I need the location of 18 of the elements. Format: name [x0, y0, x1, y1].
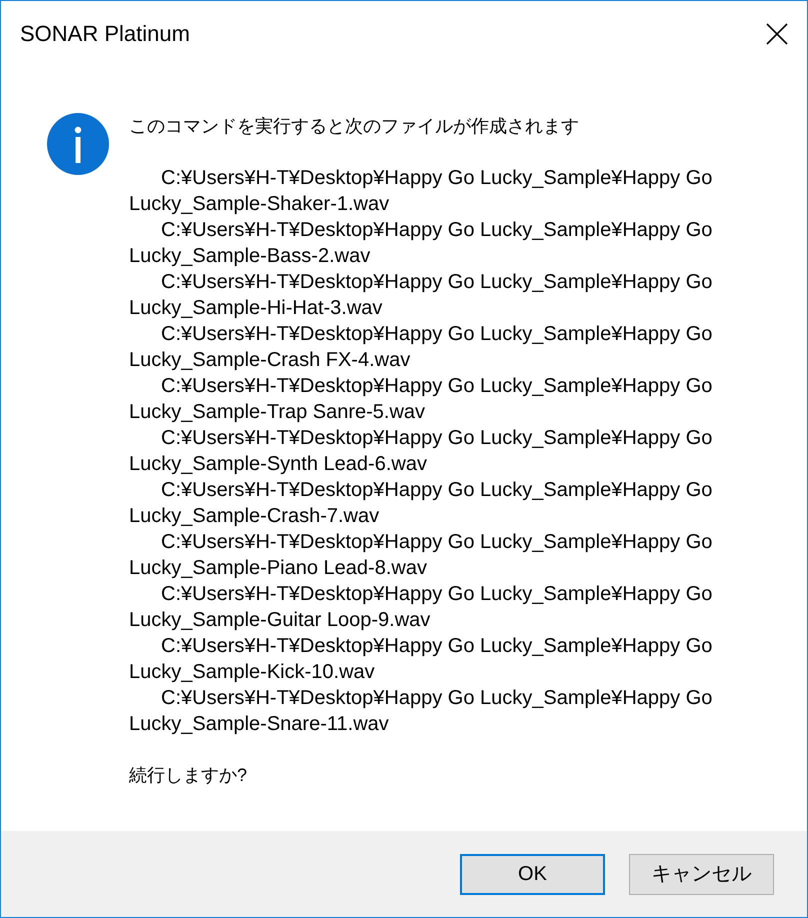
confirm-question: 続行しますか?: [129, 764, 248, 787]
info-icon: [47, 113, 109, 175]
file-path: C:¥Users¥H-T¥Desktop¥Happy Go Lucky_Sample¥Happy Go Lucky_Sample-Shaker-1.wav: [129, 166, 714, 217]
file-path: C:¥Users¥H-T¥Desktop¥Happy Go Lucky_Sample¥Happy Go Lucky_Sample-Kick-10.wav: [129, 634, 714, 685]
file-path: C:¥Users¥H-T¥Desktop¥Happy Go Lucky_Sample¥Happy Go Lucky_Sample-Snare-11.wav: [129, 686, 714, 737]
close-icon: [766, 23, 788, 45]
file-path: C:¥Users¥H-T¥Desktop¥Happy Go Lucky_Sample¥Happy Go Lucky_Sample-Crash FX-4.wav: [129, 322, 714, 373]
dialog-button[interactable]: キャンセル: [629, 854, 774, 894]
file-path: C:¥Users¥H-T¥Desktop¥Happy Go Lucky_Sample¥Happy Go Lucky_Sample-Guitar Loop-9.wav: [129, 582, 714, 633]
window-title: SONAR Platinum: [20, 20, 190, 48]
file-path: C:¥Users¥H-T¥Desktop¥Happy Go Lucky_Sample¥Happy Go Lucky_Sample-Piano Lead-8.wav: [129, 530, 714, 581]
file-path: C:¥Users¥H-T¥Desktop¥Happy Go Lucky_Sample¥Happy Go Lucky_Sample-Synth Lead-6.wav: [129, 426, 714, 477]
file-path: C:¥Users¥H-T¥Desktop¥Happy Go Lucky_Sample¥Happy Go Lucky_Sample-Crash-7.wav: [129, 478, 714, 529]
dialog-button[interactable]: OK: [460, 854, 605, 894]
message-heading: このコマンドを実行すると次のファイルが作成されます: [129, 115, 580, 138]
file-path: C:¥Users¥H-T¥Desktop¥Happy Go Lucky_Sample¥Happy Go Lucky_Sample-Trap Sanre-5.wav: [129, 374, 714, 425]
file-path: C:¥Users¥H-T¥Desktop¥Happy Go Lucky_Sample¥Happy Go Lucky_Sample-Bass-2.wav: [129, 218, 714, 269]
file-path: C:¥Users¥H-T¥Desktop¥Happy Go Lucky_Sample¥Happy Go Lucky_Sample-Hi-Hat-3.wav: [129, 270, 714, 321]
